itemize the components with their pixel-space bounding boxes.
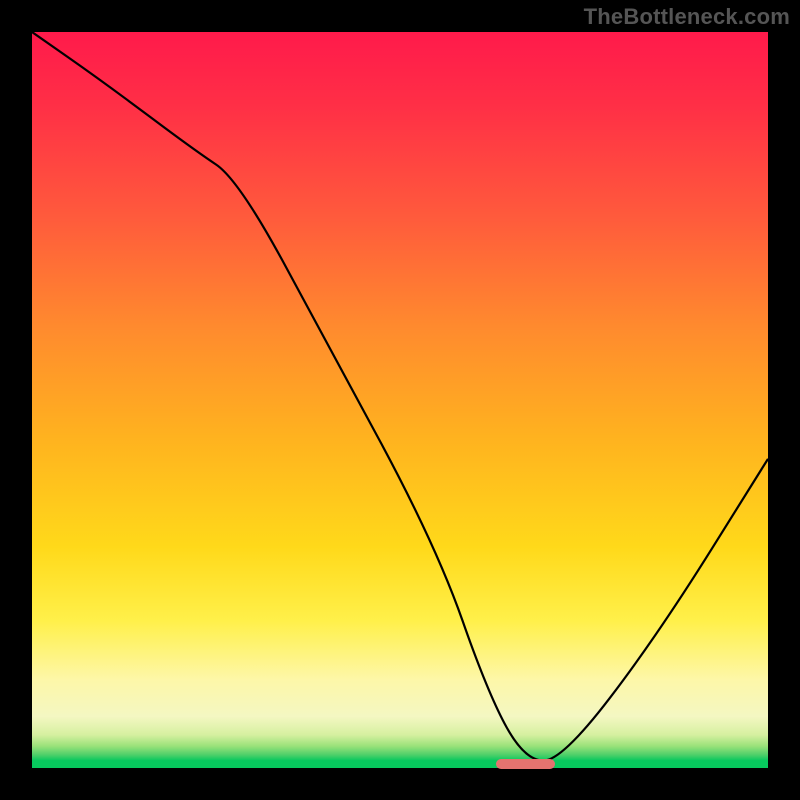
bottleneck-curve (32, 32, 768, 768)
watermark-text: TheBottleneck.com (584, 4, 790, 30)
optimal-range-marker (496, 759, 555, 769)
chart-frame: TheBottleneck.com (0, 0, 800, 800)
plot-area (32, 32, 768, 768)
